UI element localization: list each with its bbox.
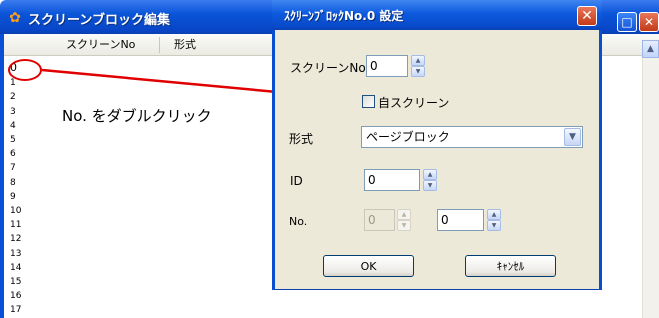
self-screen-checkbox[interactable]: [362, 95, 375, 108]
no-spinner[interactable]: ▲ ▼: [487, 209, 501, 231]
no-input[interactable]: 0: [437, 209, 484, 231]
screen-no-spinner[interactable]: ▲ ▼: [411, 55, 425, 77]
dialog-titlebar[interactable]: ｽｸﾘｰﾝﾌﾞﾛｯｸNo.0 設定 ✕: [272, 0, 602, 30]
self-screen-label: 自スクリーン: [378, 96, 450, 110]
spin-up-icon[interactable]: ▲: [487, 209, 501, 220]
chevron-down-icon[interactable]: ▼: [564, 128, 581, 146]
spin-down-icon: ▼: [397, 220, 411, 231]
type-label: 形式: [289, 132, 314, 146]
spin-down-icon[interactable]: ▼: [423, 180, 437, 191]
type-select[interactable]: ページブロック ▼: [361, 126, 583, 148]
screen-no-input[interactable]: 0: [366, 55, 408, 77]
spin-up-icon: ▲: [397, 209, 411, 220]
spin-down-icon[interactable]: ▼: [487, 220, 501, 231]
close-icon[interactable]: ✕: [577, 6, 597, 26]
dialog-border-left: [272, 30, 275, 290]
annotation-text: No. をダブルクリック: [62, 107, 212, 125]
id-input[interactable]: 0: [364, 169, 420, 191]
spin-down-icon[interactable]: ▼: [411, 66, 425, 77]
annotation-circle: [8, 59, 42, 81]
id-label: ID: [290, 174, 303, 188]
no-spinner-disabled: ▲ ▼: [397, 209, 411, 231]
id-spinner[interactable]: ▲ ▼: [423, 169, 437, 191]
spin-up-icon[interactable]: ▲: [423, 169, 437, 180]
spin-up-icon[interactable]: ▲: [411, 55, 425, 66]
type-select-value: ページブロック: [366, 130, 450, 144]
no-label: No.: [289, 215, 308, 228]
ok-button[interactable]: OK: [323, 255, 414, 277]
dialog-border-right: [599, 30, 602, 290]
screen-no-label: スクリーンNo: [290, 61, 366, 75]
no-input-disabled: 0: [364, 209, 395, 231]
cancel-button[interactable]: ｷｬﾝｾﾙ: [465, 255, 556, 277]
dialog-title: ｽｸﾘｰﾝﾌﾞﾛｯｸNo.0 設定: [284, 9, 404, 23]
